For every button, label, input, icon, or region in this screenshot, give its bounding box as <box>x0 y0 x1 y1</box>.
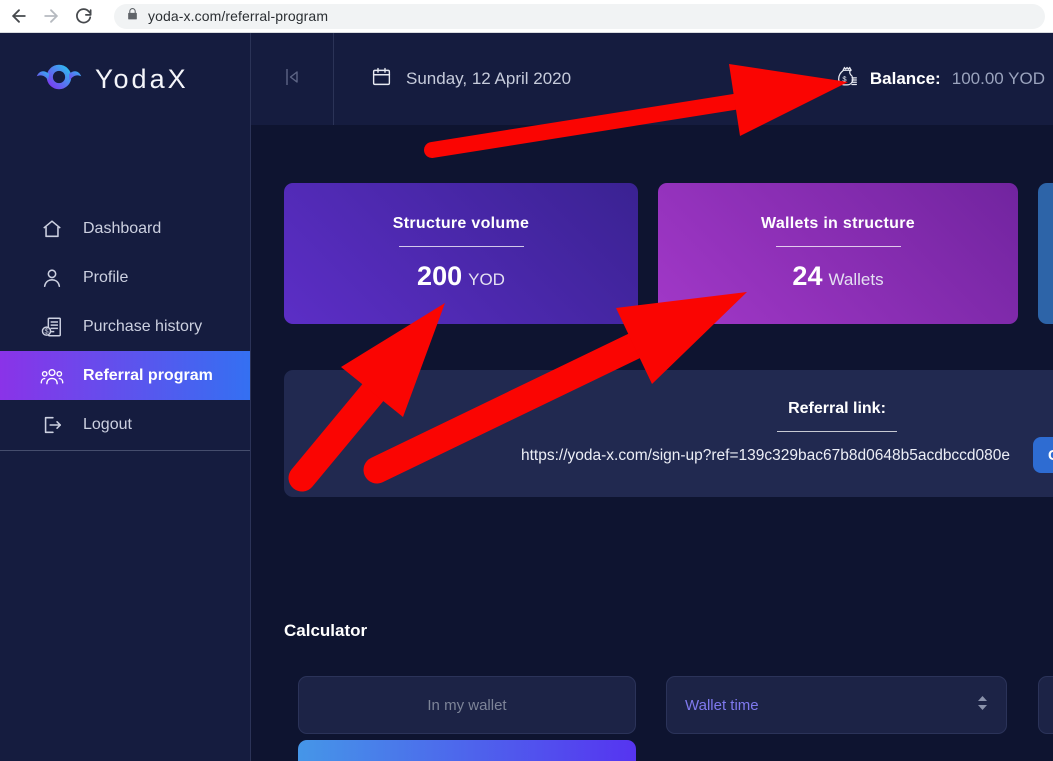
stat-cards-row: Structure volume 200 YOD Wallets in struc… <box>284 183 1053 324</box>
sidebar-item-profile[interactable]: Profile <box>0 253 250 302</box>
sidebar-item-label: Purchase history <box>83 317 203 335</box>
wallet-time-selected-value: Wallet time <box>685 696 759 714</box>
card-divider <box>398 246 524 247</box>
sidebar-divider <box>0 450 250 451</box>
clipped-calculator-input[interactable] <box>1038 676 1053 734</box>
card-divider <box>775 246 901 247</box>
main-content: Structure volume 200 YOD Wallets in struc… <box>251 125 1053 761</box>
stepper-arrows-icon <box>977 695 988 716</box>
sidebar-item-label: Dashboard <box>83 219 162 237</box>
card-value-row: 24 Wallets <box>792 261 883 292</box>
collapse-sidebar-icon <box>281 65 303 94</box>
lock-icon <box>126 7 139 26</box>
card-unit: YOD <box>468 270 505 289</box>
browser-toolbar: yoda-x.com/referral-program <box>0 0 1053 33</box>
structure-volume-card: Structure volume 200 YOD <box>284 183 638 324</box>
logo[interactable]: YodaX <box>0 33 250 125</box>
copy-referral-link-button[interactable]: C <box>1033 437 1053 473</box>
card-value-row: 200 YOD <box>417 261 505 292</box>
browser-forward-icon[interactable] <box>40 5 62 27</box>
card-value: 24 <box>792 261 823 291</box>
sidebar-item-referral-program[interactable]: Referral program <box>0 351 250 400</box>
top-header: Sunday, 12 April 2020 $ Balance: 100.00 … <box>251 33 1053 125</box>
user-icon <box>40 266 64 290</box>
calculate-button[interactable] <box>298 740 636 761</box>
app-frame: YodaX Dashboard Profile $ Purchase histo… <box>0 33 1053 761</box>
browser-back-icon[interactable] <box>8 5 30 27</box>
referral-icon <box>40 364 64 388</box>
card-unit: Wallets <box>828 270 884 289</box>
url-text: yoda-x.com/referral-program <box>148 8 329 24</box>
sidebar-item-purchase-history[interactable]: $ Purchase history <box>0 302 250 351</box>
calendar-icon <box>371 66 392 92</box>
clipped-stat-card <box>1038 183 1053 324</box>
sidebar-collapse-button[interactable] <box>251 33 334 125</box>
browser-refresh-icon[interactable] <box>72 5 94 27</box>
referral-link-label: Referral link: <box>788 400 886 417</box>
sidebar-item-logout[interactable]: Logout <box>0 400 250 449</box>
yodax-logo-icon <box>36 57 82 102</box>
date-display: Sunday, 12 April 2020 <box>334 66 571 92</box>
card-title: Wallets in structure <box>761 215 915 232</box>
purchase-history-icon: $ <box>40 315 64 339</box>
svg-text:$: $ <box>842 74 847 83</box>
card-value: 200 <box>417 261 463 291</box>
calculator-title: Calculator <box>284 621 368 640</box>
brand-name: YodaX <box>95 63 189 94</box>
sidebar-item-label: Logout <box>83 415 132 433</box>
wallet-time-select[interactable]: Wallet time <box>666 676 1007 734</box>
wallets-in-structure-card: Wallets in structure 24 Wallets <box>658 183 1018 324</box>
balance-label: Balance: <box>869 69 941 88</box>
balance-value: 100.00 YOD <box>951 69 1045 88</box>
sidebar: YodaX Dashboard Profile $ Purchase histo… <box>0 33 250 761</box>
home-icon <box>40 217 64 241</box>
date-text: Sunday, 12 April 2020 <box>406 69 572 88</box>
logout-icon <box>40 413 64 437</box>
sidebar-item-label: Profile <box>83 268 129 286</box>
svg-text:$: $ <box>44 326 48 335</box>
balance-display: $ Balance: 100.00 YOD <box>836 65 1053 93</box>
sidebar-menu: Dashboard Profile $ Purchase history Ref… <box>0 204 250 449</box>
content-column: Sunday, 12 April 2020 $ Balance: 100.00 … <box>250 33 1053 761</box>
referral-link-panel: Referral link: https://yoda-x.com/sign-u… <box>284 370 1053 497</box>
card-title: Structure volume <box>392 215 530 232</box>
referral-link-url: https://yoda-x.com/sign-up?ref=139c329ba… <box>521 447 1011 464</box>
referral-label-divider <box>777 431 897 432</box>
sidebar-item-label: Referral program <box>83 366 213 384</box>
in-my-wallet-input[interactable] <box>298 676 636 734</box>
money-bag-icon: $ <box>836 65 859 93</box>
sidebar-item-dashboard[interactable]: Dashboard <box>0 204 250 253</box>
address-bar[interactable]: yoda-x.com/referral-program <box>114 3 1045 29</box>
